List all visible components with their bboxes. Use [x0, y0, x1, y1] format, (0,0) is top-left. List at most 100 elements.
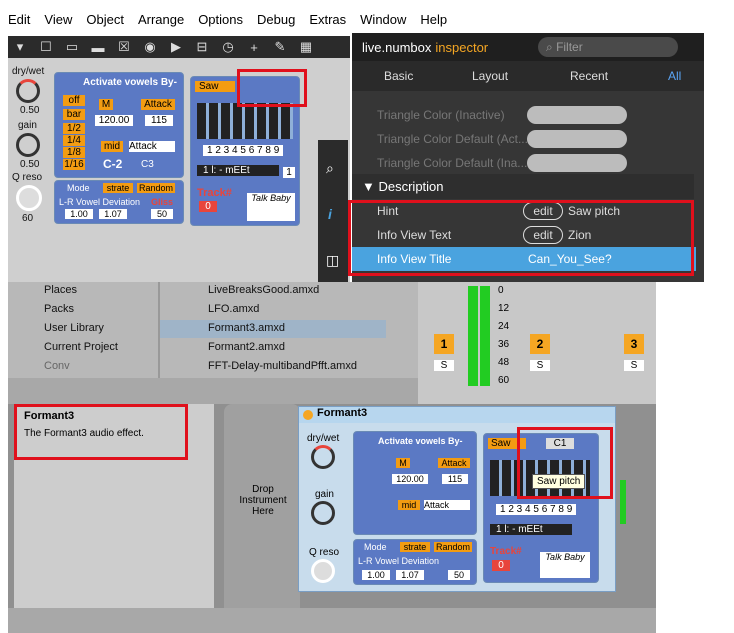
slider-icon[interactable]: ⊟: [194, 39, 210, 55]
lower-attack-val[interactable]: 115: [442, 474, 468, 484]
paint-icon[interactable]: ✎: [272, 39, 288, 55]
step-grid[interactable]: [197, 103, 293, 139]
play-icon[interactable]: ▶: [168, 39, 184, 55]
preset-menu[interactable]: 1 l: - mEEt: [197, 165, 279, 176]
max-editor: ▾ ☐ ▭ ▬ ☒ ◉ ▶ ⊟ ◷ + ✎ ▦ dry/wet 0.50 gai…: [8, 36, 350, 282]
file-item[interactable]: LFO.amxd: [208, 303, 259, 315]
m-button[interactable]: M: [99, 99, 113, 110]
drywet-dial[interactable]: [16, 79, 40, 103]
menu-item[interactable]: Options: [198, 12, 243, 27]
mid-button[interactable]: mid: [101, 141, 123, 152]
tab-recent[interactable]: Recent: [570, 69, 608, 83]
lower-mid[interactable]: mid: [398, 500, 420, 510]
description-section[interactable]: ▼ Description: [352, 174, 694, 200]
strate-button[interactable]: strate: [103, 183, 133, 193]
mixer-section: 0 12 24 36 48 60 1 2 3 S S S: [418, 282, 656, 404]
meter: [468, 286, 478, 386]
message-icon[interactable]: ▭: [64, 39, 80, 55]
file-item[interactable]: Formant2.amxd: [208, 341, 285, 353]
lower-tempo[interactable]: 120.00: [392, 474, 428, 484]
attack-menu[interactable]: Attack: [129, 141, 175, 152]
lower-attack[interactable]: Attack: [438, 458, 470, 468]
lower-drywet-dial[interactable]: [311, 445, 335, 469]
lower-track-val[interactable]: 0: [492, 560, 510, 571]
add-icon[interactable]: +: [246, 40, 262, 55]
lower-random[interactable]: Random: [434, 542, 472, 552]
lower-qreso-dial[interactable]: [311, 559, 335, 583]
track-3-button[interactable]: 3: [624, 334, 644, 354]
lock-icon[interactable]: ▾: [12, 39, 28, 55]
current-project-item[interactable]: Current Project: [44, 341, 118, 353]
file-item[interactable]: LiveBreaksGood.amxd: [208, 284, 319, 296]
qreso-dial[interactable]: [16, 185, 42, 211]
button-icon[interactable]: ◉: [142, 39, 158, 55]
lower-lr-val2[interactable]: 1.07: [396, 570, 424, 580]
lower-gain-label: gain: [315, 489, 334, 500]
track-number[interactable]: 0: [199, 201, 217, 212]
row-faded-2: Triangle Color Default (Ina...: [352, 151, 694, 175]
attack-number[interactable]: 115: [145, 115, 173, 126]
menu-item[interactable]: Window: [360, 12, 406, 27]
solo-button-2[interactable]: S: [530, 360, 550, 371]
lower-preset-menu[interactable]: 1 l: - mEEt: [490, 524, 572, 535]
toggle-icon[interactable]: ☒: [116, 39, 132, 55]
solo-button-1[interactable]: S: [434, 360, 454, 371]
track-1-button[interactable]: 1: [434, 334, 454, 354]
menu-item[interactable]: Debug: [257, 12, 295, 27]
lower-gliss-val[interactable]: 50: [448, 570, 470, 580]
preset-number[interactable]: 1: [283, 167, 295, 178]
gain-dial[interactable]: [16, 133, 40, 157]
sixteenth-button[interactable]: 1/16: [63, 159, 85, 170]
device-power-icon[interactable]: [303, 410, 313, 420]
lower-lr-val[interactable]: 1.00: [362, 570, 390, 580]
quarter-button[interactable]: 1/4: [63, 135, 85, 146]
search-icon[interactable]: ⌕: [326, 160, 334, 177]
filter-input[interactable]: ⌕ Filter: [538, 37, 678, 57]
off-button[interactable]: off: [63, 95, 85, 106]
random-button[interactable]: Random: [137, 183, 175, 193]
saw-menu[interactable]: Saw: [195, 81, 235, 92]
lr-number[interactable]: 1.00: [65, 209, 93, 219]
panel-icon[interactable]: ◫: [326, 252, 339, 269]
menu-item[interactable]: Help: [420, 12, 447, 27]
comment-icon[interactable]: ▬: [90, 40, 106, 55]
user-library-item[interactable]: User Library: [44, 322, 104, 334]
solo-button-3[interactable]: S: [624, 360, 644, 371]
menu-item[interactable]: View: [44, 12, 72, 27]
menu-item[interactable]: Edit: [8, 12, 30, 27]
tab-all[interactable]: All: [668, 69, 681, 83]
menu-item[interactable]: Object: [86, 12, 124, 27]
attack-button[interactable]: Attack: [141, 99, 175, 110]
track-2-button[interactable]: 2: [530, 334, 550, 354]
file-item-selected[interactable]: Formant3.amxd: [160, 320, 386, 338]
presentation-icon[interactable]: ☐: [38, 39, 54, 55]
eighth-button[interactable]: 1/8: [63, 147, 85, 158]
lower-gain-dial[interactable]: [311, 501, 335, 525]
drop-zone[interactable]: Drop Instrument Here: [224, 404, 300, 626]
places-item[interactable]: Places: [44, 284, 77, 296]
lower-qreso-label: Q reso: [309, 547, 340, 558]
info-icon[interactable]: i: [328, 206, 332, 222]
gliss-number[interactable]: 50: [151, 209, 173, 219]
dial-icon[interactable]: ◷: [220, 39, 236, 55]
grid-icon[interactable]: ▦: [298, 39, 314, 55]
tab-layout[interactable]: Layout: [472, 69, 508, 83]
conv-item[interactable]: Conv: [44, 360, 70, 372]
qreso-value: 60: [22, 213, 34, 224]
lower-strate[interactable]: strate: [400, 542, 430, 552]
menu-item[interactable]: Extras: [309, 12, 346, 27]
bar-button[interactable]: bar: [63, 109, 85, 120]
lower-tempo-m[interactable]: M: [396, 458, 410, 468]
half-button[interactable]: 1/2: [63, 123, 85, 134]
tempo-number[interactable]: 120.00: [95, 115, 133, 126]
menu-item[interactable]: Arrange: [138, 12, 184, 27]
file-item[interactable]: FFT-Delay-multibandPfft.amxd: [208, 360, 357, 372]
tab-basic[interactable]: Basic: [384, 69, 413, 83]
lower-mode-label: Mode: [364, 542, 387, 552]
lower-attack-menu[interactable]: Attack: [424, 500, 470, 510]
packs-item[interactable]: Packs: [44, 303, 74, 315]
lr-number-2[interactable]: 1.07: [99, 209, 127, 219]
seq-numbers: 1 2 3 4 5 6 7 8 9: [203, 145, 284, 156]
lower-vowel-panel: Activate vowels By- M 120.00 Attack 115 …: [353, 431, 477, 535]
note-number[interactable]: C-2: [103, 157, 122, 171]
